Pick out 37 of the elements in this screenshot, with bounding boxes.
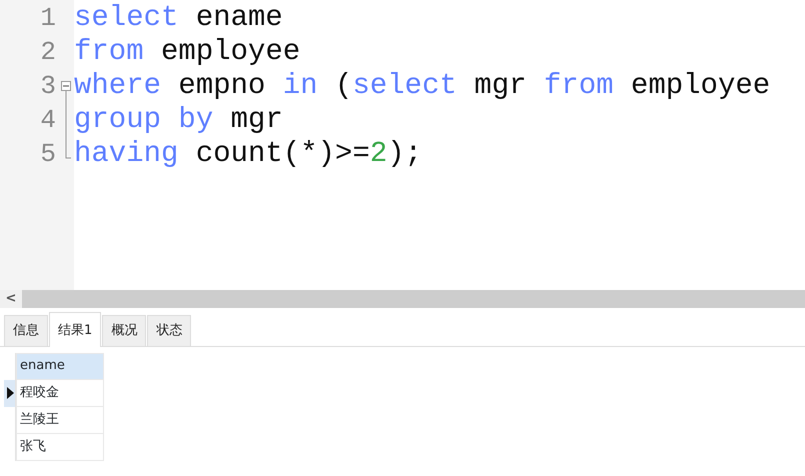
- code-text: empno: [177, 69, 266, 103]
- code-text: employee: [160, 35, 300, 69]
- sql-keyword: select: [74, 1, 178, 35]
- table-cell: 程咬金: [16, 380, 104, 406]
- tab[interactable]: 概况: [102, 315, 146, 346]
- tab[interactable]: 结果1: [49, 312, 102, 346]
- code-text: employee: [630, 69, 770, 103]
- row-header[interactable]: [4, 380, 16, 406]
- column-header: ename: [16, 352, 104, 380]
- code-text: ename: [194, 1, 283, 35]
- sql-keyword: select: [352, 69, 457, 103]
- line-number: 3: [39, 71, 56, 101]
- line-number: 4: [39, 105, 56, 135]
- code-text: mgr: [230, 103, 283, 137]
- sql-keyword: by: [178, 103, 214, 137]
- code-text: mgr: [473, 69, 528, 103]
- tab[interactable]: 状态: [147, 315, 192, 346]
- code-text: (: [334, 69, 352, 103]
- sql-keyword: having: [74, 137, 178, 171]
- sql-keyword: from: [74, 35, 144, 69]
- fold-end-icon: [65, 137, 71, 159]
- number-literal: 2: [370, 137, 388, 171]
- line-number: 2: [39, 37, 56, 67]
- current-row-icon: [7, 387, 14, 399]
- sql-keyword: where: [74, 69, 162, 103]
- code-text: count(*)>=: [194, 137, 370, 171]
- table-cell: 张飞: [16, 434, 104, 460]
- sql-keyword: group: [74, 103, 162, 137]
- code-text: );: [387, 137, 422, 171]
- scroll-left-button[interactable]: <: [0, 290, 22, 308]
- fold-line-icon: [65, 103, 67, 137]
- line-number: 5: [39, 139, 56, 169]
- sql-keyword: in: [282, 69, 318, 103]
- table-cell: 兰陵王: [16, 406, 104, 434]
- sql-keyword: from: [544, 69, 614, 103]
- tab[interactable]: 信息: [4, 315, 48, 346]
- line-number: 1: [39, 3, 56, 33]
